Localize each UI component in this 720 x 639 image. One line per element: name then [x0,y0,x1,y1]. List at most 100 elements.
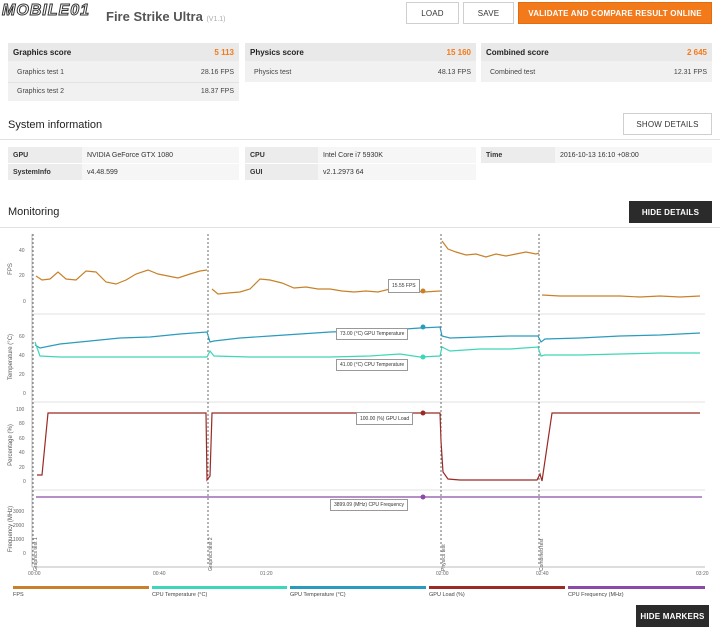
score-header: Graphics score 5 113 [8,43,239,61]
fps-tooltip: 15.55 FPS [388,279,420,293]
section-divider [0,227,720,228]
y-tick: 0 [23,391,26,397]
version-label: (V1.1) [206,16,226,23]
score-value: 5 113 [214,48,234,57]
marker-label: Graphics test 2 [208,537,214,571]
fps-axis-title: FPS [8,263,14,275]
y-tick: 3000 [13,509,25,515]
legend-swatch-gpu-temperature[interactable] [290,586,426,589]
y-tick: 0 [23,551,26,557]
legend-label: FPS [13,592,24,598]
fps-point [420,288,426,294]
temperature-axis-title: Temperature (°C) [8,333,14,381]
validate-button[interactable]: VALIDATE AND COMPARE RESULT ONLINE [518,2,712,24]
gpu-temperature-point [420,324,426,330]
score-title: Physics score [250,48,304,57]
system-info-heading: System information [8,119,103,131]
cpu-frequency-tooltip: 3899.09 (MHz) CPU Frequency [330,499,409,511]
gpu-temperature-tooltip: 73.00 (°C) GPU Temperature [336,328,409,340]
legend-label: GPU Load (%) [429,592,465,598]
y-tick: 80 [19,421,25,427]
score-header: Combined score 2 645 [481,43,712,61]
app-window: MOBILE01 Fire Strike Ultra (V1.1) LOAD S… [0,0,720,639]
fps-line [35,269,208,285]
page-title: Fire Strike Ultra (V1.1) [106,9,226,24]
monitoring-heading: Monitoring [8,206,60,218]
x-tick: 02:00 [436,571,449,577]
score-panel-combined: Combined score 2 645 Combined test 12.31 F… [481,43,712,82]
x-tick: 00:00 [28,571,41,577]
logo-text: MOBILE01 [1,2,91,20]
row-label: Graphics test 2 [17,88,65,95]
y-tick: 20 [19,465,25,471]
legend-label: CPU Frequency (MHz) [568,592,624,598]
sysinfo-key: SystemInfo [8,164,82,180]
legend-label: GPU Temperature (°C) [290,592,346,598]
marker-label: Graphics test 1 [33,537,39,571]
gpu-load-tooltip: 100.00 (%) GPU Load [356,412,414,425]
y-tick: 40 [19,353,25,359]
hide-markers-button[interactable]: HIDE MARKERS [636,605,709,627]
section-divider [0,139,720,140]
y-tick: 20 [19,372,25,378]
load-button[interactable]: LOAD [406,2,459,24]
percentage-axis-title: Percentage (%) [8,424,14,466]
x-tick: 00:40 [153,571,166,577]
time-key: Time [481,147,555,163]
score-value: 2 645 [686,48,707,57]
y-tick: 0 [23,299,26,305]
row-value: 48.13 FPS [437,69,471,76]
save-button[interactable]: SAVE [463,2,514,24]
y-tick: 60 [19,436,25,442]
row-label: Physics test [254,69,292,76]
score-value: 15 160 [446,48,471,57]
legend-swatch-gpu-load[interactable] [429,586,565,589]
gui-value: v2.1.2973 64 [318,164,476,180]
cpu-frequency-point [420,494,426,500]
cpu-value: Intel Core i7 5930K [318,147,476,163]
sysinfo-value: v4.48.599 [82,164,239,180]
x-tick: 01:20 [260,571,273,577]
marker-label: Physics test [441,544,447,571]
y-tick: 40 [19,450,25,456]
gpu-value: NVIDIA GeForce GTX 1080 [82,147,239,163]
show-details-button[interactable]: SHOW DETAILS [623,113,712,135]
y-tick: 20 [19,273,25,279]
y-tick: 100 [16,407,25,413]
score-title: Graphics score [13,48,72,57]
y-tick: 2000 [13,523,25,529]
score-panel-graphics: Graphics score 5 113 Graphics test 1 28.16… [8,43,239,101]
score-panel-physics: Physics score 15 160 Physics test 48.13 FP… [245,43,476,82]
fps-line [541,294,701,298]
row-value: 28.16 FPS [200,69,234,76]
legend-swatch-cpu-temperature[interactable] [152,586,287,589]
cpu-temperature-tooltip: 41.00 (°C) CPU Temperature [336,359,409,371]
fps-line [441,240,540,258]
score-title: Combined score [486,48,549,57]
y-tick: 1000 [13,537,25,543]
row-divider [8,82,239,83]
logo: MOBILE01 [1,2,122,22]
row-label: Graphics test 1 [17,69,65,76]
legend-swatch-fps[interactable] [13,586,149,589]
cpu-temperature-point [420,354,426,360]
hide-details-button[interactable]: HIDE DETAILS [629,201,712,223]
gpu-load-point [420,410,426,416]
legend-swatch-cpu-frequency[interactable] [568,586,705,589]
gpu-key: GPU [8,147,82,163]
y-tick: 40 [19,248,25,254]
marker-label: Combined test [539,538,545,571]
row-label: Combined test [490,69,536,76]
benchmark-title: Fire Strike Ultra [106,9,203,24]
x-tick: 03:20 [696,571,709,577]
row-value: 18.37 FPS [200,88,234,95]
time-value: 2016-10-13 16:10 +08:00 [555,147,712,163]
y-tick: 0 [23,479,26,485]
gui-key: GUI [245,164,318,180]
cpu-key: CPU [245,147,318,163]
row-value: 12.31 FPS [673,69,707,76]
score-header: Physics score 15 160 [245,43,476,61]
legend-label: CPU Temperature (°C) [152,592,208,598]
x-tick: 02:40 [536,571,549,577]
frequency-axis-title: Frequency (MHz) [8,505,14,553]
